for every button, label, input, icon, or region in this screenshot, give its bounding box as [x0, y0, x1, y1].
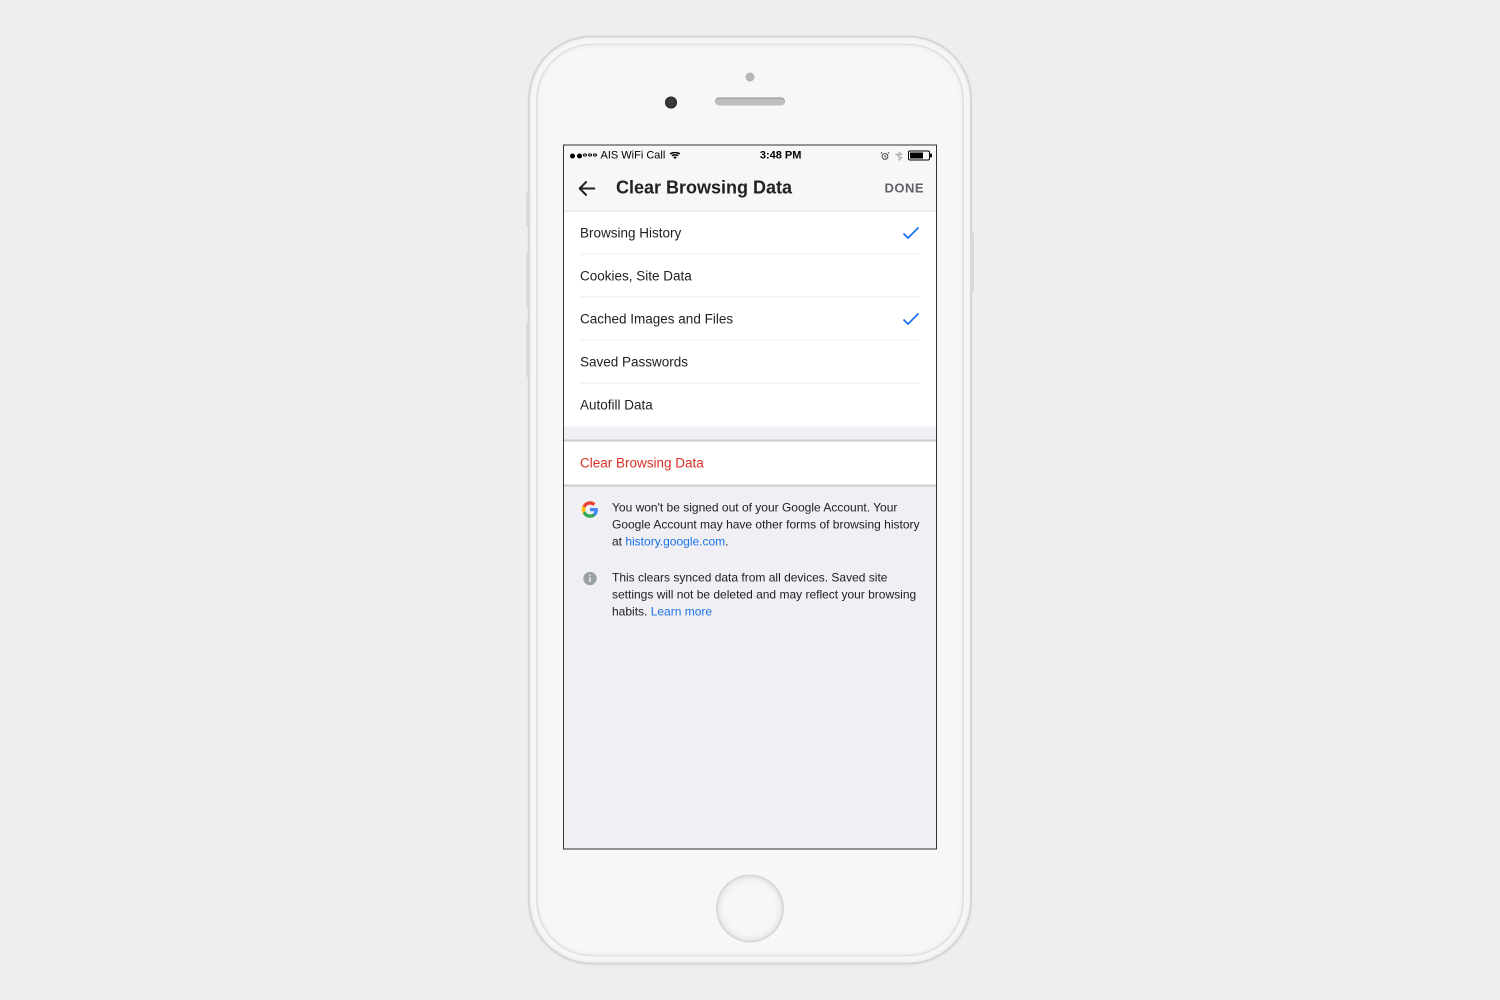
proximity-sensor — [746, 73, 755, 82]
page-title: Clear Browsing Data — [616, 178, 884, 199]
volume-down-button — [526, 323, 530, 378]
battery-icon — [908, 151, 930, 161]
option-label: Cookies, Site Data — [580, 269, 692, 284]
status-bar: AIS WiFi Call 3:48 PM — [564, 146, 936, 166]
done-button[interactable]: DONE — [884, 181, 924, 196]
front-camera — [665, 97, 677, 109]
google-note-suffix: . — [725, 534, 728, 548]
checkmark-icon — [902, 226, 920, 240]
power-button — [970, 233, 974, 293]
home-button[interactable] — [718, 877, 782, 941]
wifi-icon — [669, 151, 681, 161]
phone-frame: AIS WiFi Call 3:48 PM — [530, 38, 970, 963]
carrier-label: AIS WiFi Call — [601, 150, 666, 162]
google-logo-icon — [581, 501, 599, 519]
nav-header: Clear Browsing Data DONE — [564, 166, 936, 212]
mute-switch — [526, 193, 530, 227]
option-label: Autofill Data — [580, 398, 653, 413]
google-account-note: You won't be signed out of your Google A… — [564, 486, 936, 556]
option-cookies-site-data[interactable]: Cookies, Site Data — [564, 255, 936, 298]
option-autofill-data[interactable]: Autofill Data — [564, 384, 936, 427]
option-label: Cached Images and Files — [580, 312, 733, 327]
sync-note: This clears synced data from all devices… — [564, 556, 936, 626]
info-icon — [582, 571, 598, 587]
clear-browsing-data-button[interactable]: Clear Browsing Data — [564, 441, 936, 486]
earpiece-speaker — [715, 98, 785, 106]
back-arrow-icon[interactable] — [576, 177, 598, 199]
signal-dots-icon — [570, 153, 597, 158]
option-saved-passwords[interactable]: Saved Passwords — [564, 341, 936, 384]
checkmark-icon — [902, 312, 920, 326]
clock: 3:48 PM — [760, 150, 802, 162]
bluetooth-icon — [894, 150, 904, 161]
history-google-link[interactable]: history.google.com — [625, 534, 725, 548]
content-area: Browsing History Cookies, Site Data Cach… — [564, 212, 936, 627]
option-label: Saved Passwords — [580, 355, 688, 370]
options-list: Browsing History Cookies, Site Data Cach… — [564, 212, 936, 427]
volume-up-button — [526, 253, 530, 308]
option-cached-images-files[interactable]: Cached Images and Files — [564, 298, 936, 341]
option-label: Browsing History — [580, 226, 681, 241]
learn-more-link[interactable]: Learn more — [651, 604, 712, 618]
alarm-icon — [880, 150, 890, 161]
phone-screen: AIS WiFi Call 3:48 PM — [563, 145, 937, 850]
option-browsing-history[interactable]: Browsing History — [564, 212, 936, 255]
